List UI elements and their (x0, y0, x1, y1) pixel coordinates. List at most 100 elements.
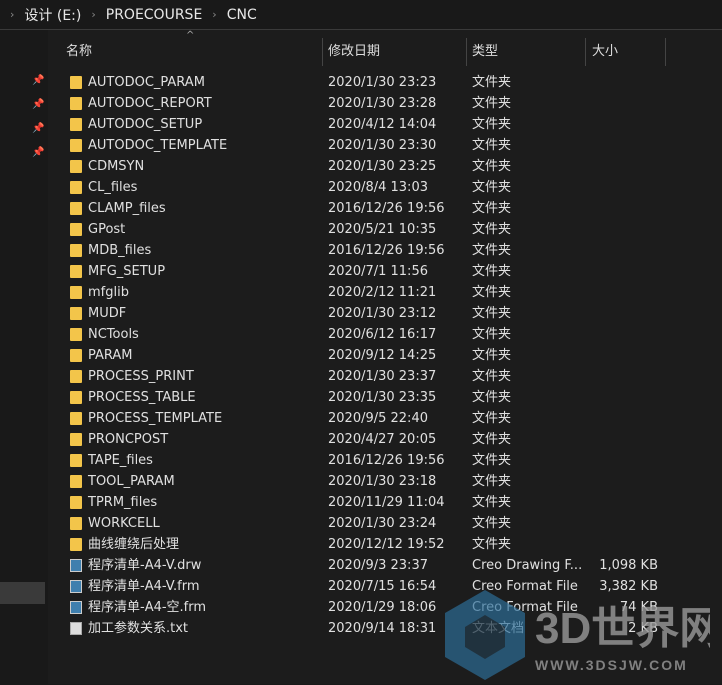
file-date: 2020/11/29 11:04 (328, 495, 445, 510)
file-type: 文件夹 (472, 306, 512, 321)
file-type: 文件夹 (472, 537, 512, 552)
column-divider[interactable] (585, 38, 586, 66)
sort-ascending-icon: ^ (186, 30, 195, 41)
file-row[interactable]: AUTODOC_PARAM 2020/1/30 23:23 文件夹 (48, 72, 722, 93)
file-row[interactable]: PRONCPOST 2020/4/27 20:05 文件夹 (48, 429, 722, 450)
chevron-right-icon: › (91, 8, 96, 21)
file-name: PROCESS_TABLE (88, 390, 196, 405)
folder-icon (70, 370, 82, 383)
breadcrumb-proecourse[interactable]: PROECOURSE (106, 7, 203, 23)
column-header-date[interactable]: 修改日期 (328, 38, 380, 66)
file-row[interactable]: AUTODOC_REPORT 2020/1/30 23:28 文件夹 (48, 93, 722, 114)
file-row[interactable]: CL_files 2020/8/4 13:03 文件夹 (48, 177, 722, 198)
file-name: mfglib (88, 285, 129, 300)
file-row[interactable]: WORKCELL 2020/1/30 23:24 文件夹 (48, 513, 722, 534)
file-date: 2016/12/26 19:56 (328, 201, 445, 216)
file-date: 2020/1/30 23:12 (328, 306, 437, 321)
file-row[interactable]: PROCESS_PRINT 2020/1/30 23:37 文件夹 (48, 366, 722, 387)
folder-icon (70, 286, 82, 299)
file-date: 2020/9/12 14:25 (328, 348, 437, 363)
nav-item-selected[interactable] (0, 582, 45, 604)
pin-icon[interactable]: 📌 (32, 99, 44, 110)
file-row[interactable]: AUTODOC_TEMPLATE 2020/1/30 23:30 文件夹 (48, 135, 722, 156)
file-row[interactable]: MFG_SETUP 2020/7/1 11:56 文件夹 (48, 261, 722, 282)
svg-text:WWW.3DSJW.COM: WWW.3DSJW.COM (535, 657, 688, 673)
file-date: 2016/12/26 19:56 (328, 453, 445, 468)
file-row[interactable]: 曲线缠绕后处理 2020/12/12 19:52 文件夹 (48, 534, 722, 555)
file-name: TPRM_files (88, 495, 158, 510)
file-row[interactable]: CLAMP_files 2016/12/26 19:56 文件夹 (48, 198, 722, 219)
file-row[interactable]: AUTODOC_SETUP 2020/4/12 14:04 文件夹 (48, 114, 722, 135)
column-header-type[interactable]: 类型 (472, 38, 498, 66)
column-divider[interactable] (322, 38, 323, 66)
file-date: 2020/1/29 18:06 (328, 600, 437, 615)
file-date: 2020/12/12 19:52 (328, 537, 445, 552)
column-divider[interactable] (466, 38, 467, 66)
folder-icon (70, 328, 82, 341)
address-bar[interactable]: › 设计 (E:) › PROECOURSE › CNC (0, 0, 722, 30)
file-name: MFG_SETUP (88, 264, 166, 279)
file-name: 程序清单-A4-V.drw (88, 558, 202, 573)
pin-icon[interactable]: 📌 (32, 123, 44, 134)
file-name: CL_files (88, 180, 138, 195)
folder-icon (70, 517, 82, 530)
file-date: 2020/1/30 23:35 (328, 390, 437, 405)
file-row[interactable]: mfglib 2020/2/12 11:21 文件夹 (48, 282, 722, 303)
file-type: 文件夹 (472, 369, 512, 384)
folder-icon (70, 349, 82, 362)
column-divider[interactable] (665, 38, 666, 66)
file-date: 2020/1/30 23:30 (328, 138, 437, 153)
folder-icon (70, 181, 82, 194)
file-name: 程序清单-A4-V.frm (88, 579, 200, 594)
file-row[interactable]: PARAM 2020/9/12 14:25 文件夹 (48, 345, 722, 366)
file-date: 2020/2/12 11:21 (328, 285, 437, 300)
file-type: 文件夹 (472, 474, 512, 489)
file-size: 1,098 KB (599, 558, 658, 573)
file-type: 文件夹 (472, 516, 512, 531)
creo-file-icon (70, 580, 82, 593)
pin-icon[interactable]: 📌 (32, 75, 44, 86)
file-type: 文件夹 (472, 180, 512, 195)
file-date: 2020/9/3 23:37 (328, 558, 428, 573)
breadcrumb-drive[interactable]: 设计 (E:) (24, 5, 81, 25)
file-name: MDB_files (88, 243, 152, 258)
pin-icon[interactable]: 📌 (32, 147, 44, 158)
file-row[interactable]: PROCESS_TABLE 2020/1/30 23:35 文件夹 (48, 387, 722, 408)
folder-icon (70, 97, 82, 110)
file-row[interactable]: GPost 2020/5/21 10:35 文件夹 (48, 219, 722, 240)
file-date: 2020/9/14 18:31 (328, 621, 437, 636)
file-name: NCTools (88, 327, 139, 342)
file-type: 文件夹 (472, 243, 512, 258)
file-date: 2020/4/12 14:04 (328, 117, 437, 132)
file-name: CDMSYN (88, 159, 145, 174)
file-date: 2020/1/30 23:24 (328, 516, 437, 531)
file-row[interactable]: PROCESS_TEMPLATE 2020/9/5 22:40 文件夹 (48, 408, 722, 429)
file-date: 2020/8/4 13:03 (328, 180, 428, 195)
file-type: 文件夹 (472, 285, 512, 300)
file-row[interactable]: 程序清单-A4-V.drw 2020/9/3 23:37 Creo Drawin… (48, 555, 722, 576)
file-type: 文件夹 (472, 390, 512, 405)
file-row[interactable]: TPRM_files 2020/11/29 11:04 文件夹 (48, 492, 722, 513)
file-date: 2020/5/21 10:35 (328, 222, 437, 237)
column-header-size[interactable]: 大小 (592, 38, 618, 66)
file-type: 文件夹 (472, 411, 512, 426)
file-name: AUTODOC_SETUP (88, 117, 203, 132)
file-row[interactable]: MUDF 2020/1/30 23:12 文件夹 (48, 303, 722, 324)
folder-icon (70, 454, 82, 467)
folder-icon (70, 307, 82, 320)
folder-icon (70, 496, 82, 509)
file-row[interactable]: TAPE_files 2016/12/26 19:56 文件夹 (48, 450, 722, 471)
folder-icon (70, 244, 82, 257)
file-date: 2020/7/1 11:56 (328, 264, 428, 279)
file-date: 2020/1/30 23:23 (328, 75, 437, 90)
file-name: PROCESS_TEMPLATE (88, 411, 223, 426)
file-row[interactable]: NCTools 2020/6/12 16:17 文件夹 (48, 324, 722, 345)
file-type: 文件夹 (472, 117, 512, 132)
column-header-name[interactable]: 名称 (66, 38, 92, 66)
file-row[interactable]: TOOL_PARAM 2020/1/30 23:18 文件夹 (48, 471, 722, 492)
folder-icon (70, 160, 82, 173)
breadcrumb-cnc[interactable]: CNC (227, 7, 257, 23)
file-row[interactable]: CDMSYN 2020/1/30 23:25 文件夹 (48, 156, 722, 177)
file-row[interactable]: MDB_files 2016/12/26 19:56 文件夹 (48, 240, 722, 261)
file-date: 2020/4/27 20:05 (328, 432, 437, 447)
